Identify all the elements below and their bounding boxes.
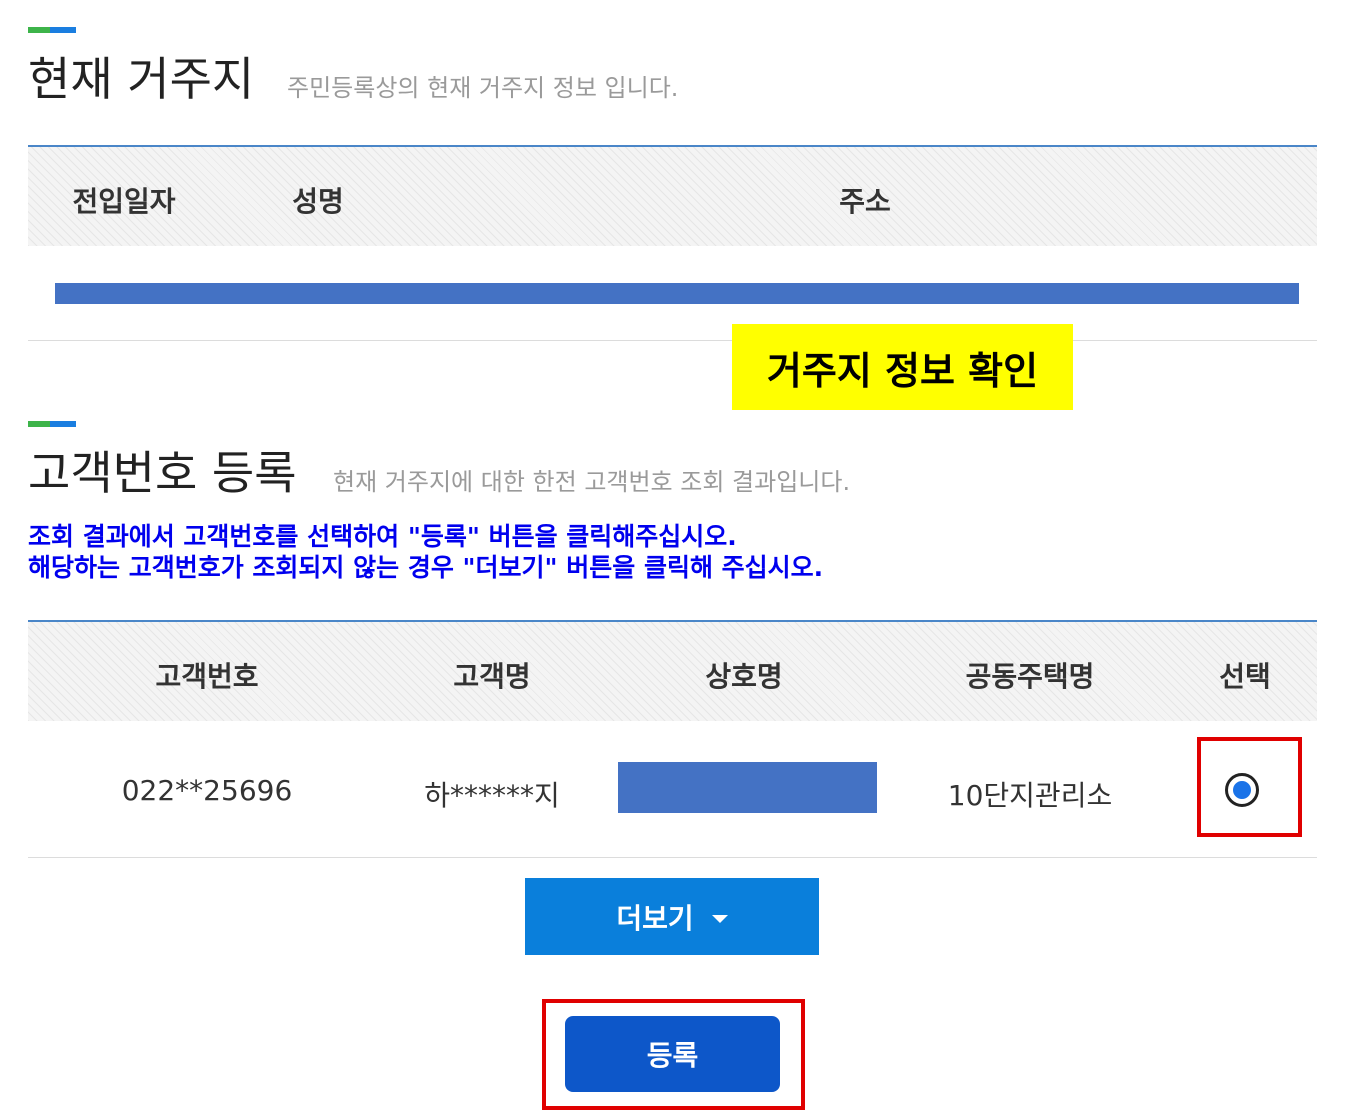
customer-section-title: 고객번호 등록 [28,446,297,500]
column-header-complex-name: 공동주택명 [965,660,1095,693]
column-header-customer-no: 고객번호 [155,660,259,693]
redacted-residence-row [55,283,1299,304]
row-divider [28,340,1317,341]
column-header-business-name: 상호명 [705,660,783,693]
more-button-label: 더보기 [616,901,694,935]
section-accent-bar [28,421,76,427]
column-header-move-in-date: 전입일자 [72,185,176,218]
column-header-customer-name: 고객명 [453,660,531,693]
customer-table-header: 고객번호 고객명 상호명 공동주택명 선택 [28,620,1317,721]
residence-info-callout: 거주지 정보 확인 [732,324,1073,410]
radio-highlight-box [1197,737,1302,837]
residence-section-title: 현재 거주지 [28,52,255,106]
instruction-line-2: 해당하는 고객번호가 조회되지 않는 경우 "더보기" 버튼을 클릭해 주십시오… [28,553,824,582]
customer-number-cell: 022**25696 [121,774,293,807]
column-header-select: 선택 [1219,660,1271,693]
customer-section-subtitle: 현재 거주지에 대한 한전 고객번호 조회 결과입니다. [333,468,851,496]
complex-name-cell: 10단지관리소 [947,779,1113,812]
column-header-name: 성명 [292,185,344,218]
row-divider [28,857,1317,858]
more-button[interactable]: 더보기 [525,878,819,955]
residence-section-subtitle: 주민등록상의 현재 거주지 정보 입니다. [287,74,679,102]
customer-name-cell: 하******지 [424,779,560,812]
section-accent-bar [28,27,76,33]
caret-down-icon [711,914,728,923]
column-header-address: 주소 [839,185,891,218]
residence-table-header: 전입일자 성명 주소 [28,145,1317,246]
register-button[interactable]: 등록 [565,1016,780,1092]
redacted-business-name [618,762,877,813]
